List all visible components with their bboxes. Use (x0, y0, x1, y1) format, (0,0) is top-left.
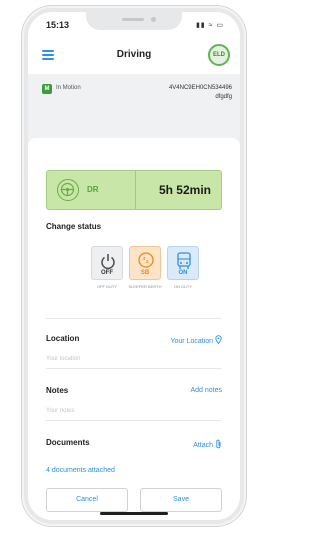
location-underline (46, 368, 222, 369)
location-title: Location (46, 334, 80, 343)
location-pin-icon (215, 335, 222, 345)
status-option-sb-label: SB (140, 270, 150, 276)
cancel-button[interactable]: Cancel (46, 488, 128, 512)
app-screen: 15:13 ▮▮ ≈ ▭ Driving ELD M In Motion 4V4… (28, 12, 240, 520)
vehicle-info-row: M In Motion 4V4NC9EH0CN534496 dfgdfg (28, 74, 240, 122)
add-notes-link[interactable]: Add notes (190, 387, 222, 394)
notes-underline (46, 420, 222, 421)
motion-state-text: In Motion (56, 85, 81, 91)
phone-frame: 15:13 ▮▮ ≈ ▭ Driving ELD M In Motion 4V4… (22, 6, 246, 526)
svg-text:z: z (146, 259, 149, 265)
status-option-off-label: OFF (101, 270, 113, 276)
vehicle-vin: 4V4NC9EH0CN534496 dfgdfg (169, 84, 232, 102)
status-option-on-label: ON (178, 270, 188, 276)
home-indicator[interactable] (100, 512, 168, 515)
speaker-icon (122, 18, 144, 21)
section-divider (46, 318, 222, 319)
status-time: 15:13 (46, 20, 70, 30)
status-option-on-caption: ON DUTY (174, 284, 192, 289)
status-card-divider (135, 171, 136, 209)
current-status-card: DR 5h 52min (46, 170, 222, 210)
motion-state-badge: M (42, 84, 52, 94)
camera-icon (151, 17, 156, 22)
change-status-title: Change status (46, 222, 102, 231)
status-option-on-duty[interactable]: ON (167, 246, 199, 280)
time-remaining: 5h 52min (158, 183, 211, 197)
eld-badge[interactable]: ELD (208, 44, 230, 66)
attached-documents-link[interactable]: 4 documents attached (46, 467, 115, 474)
location-input[interactable]: Your location (46, 356, 80, 362)
vin-line-1: 4V4NC9EH0CN534496 (168, 85, 232, 91)
attach-link[interactable]: Attach (193, 439, 222, 449)
status-option-sleeper-berth[interactable]: z z SB (129, 246, 161, 280)
your-location-label: Your Location (170, 338, 214, 345)
your-location-link[interactable]: Your Location (170, 335, 222, 345)
change-status-sheet: DR 5h 52min Change status OFF OFF DUTY z (28, 138, 240, 520)
paperclip-icon (216, 439, 221, 449)
save-button[interactable]: Save (140, 488, 222, 512)
attach-label: Attach (193, 442, 214, 449)
steering-wheel-icon (57, 179, 79, 201)
documents-title: Documents (46, 438, 90, 447)
signal-wifi-battery-icon: ▮▮ ≈ ▭ (195, 22, 224, 29)
notch (86, 12, 182, 30)
vin-line-2: dfgdfg (215, 94, 232, 100)
notes-input[interactable]: Your notes (46, 408, 74, 414)
current-status-code: DR (87, 185, 99, 194)
notes-title: Notes (46, 386, 69, 395)
app-header: Driving ELD (28, 38, 240, 74)
status-option-off-duty[interactable]: OFF (91, 246, 123, 280)
